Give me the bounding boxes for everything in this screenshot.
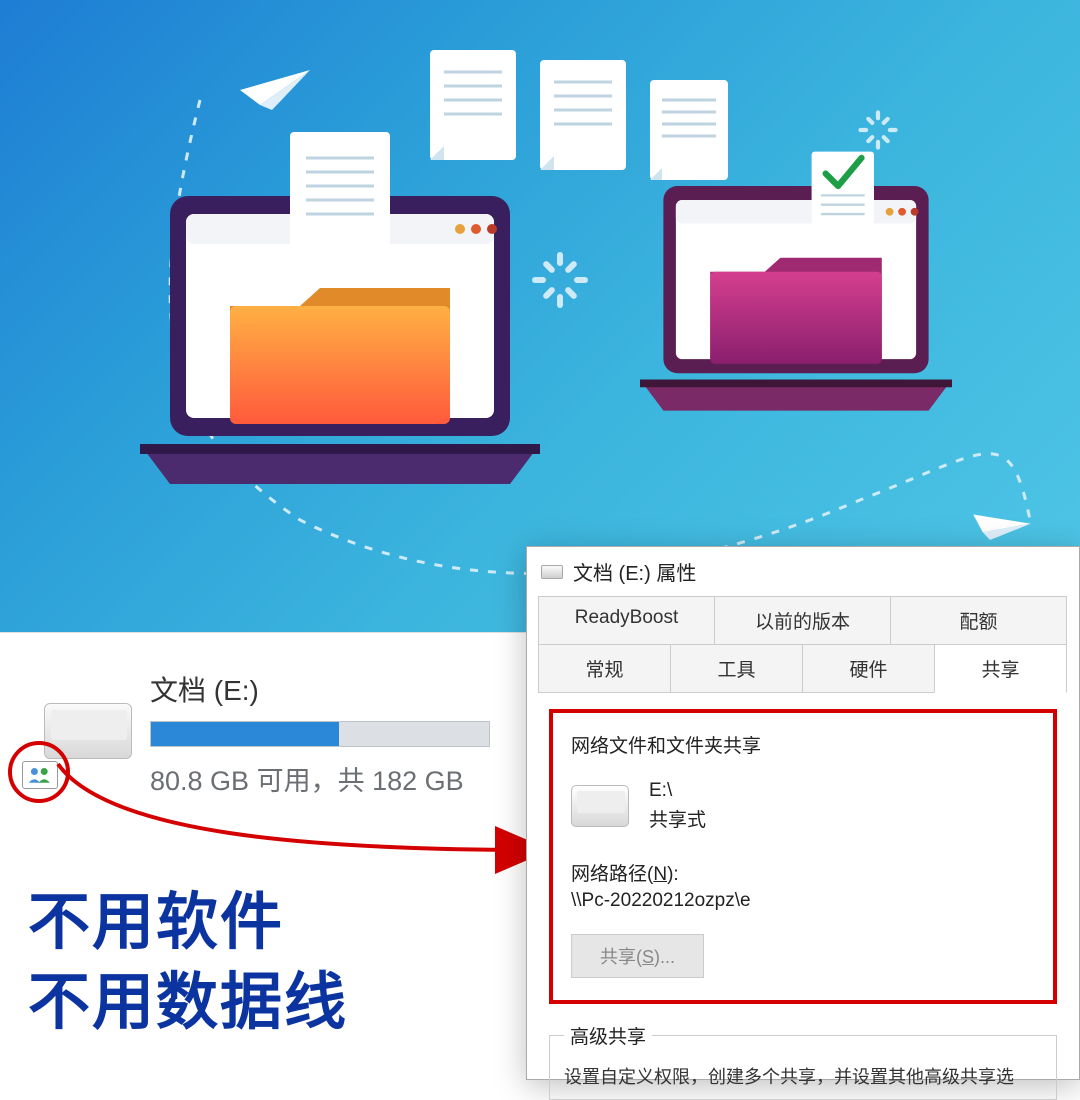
dialog-title: 文档 (E:) 属性 [573,557,696,586]
drive-label: 文档 (E:) [150,669,490,709]
tab-strip: ReadyBoost 以前的版本 配额 常规 工具 硬件 共享 [527,596,1079,693]
share-section-title: 网络文件和文件夹共享 [571,731,1035,758]
hero-illustration [0,0,1080,632]
storage-bar [150,721,490,747]
tab-readyboost[interactable]: ReadyBoost [538,596,715,644]
tab-hardware[interactable]: 硬件 [802,644,935,693]
share-state: 共享式 [649,806,706,836]
storage-text: 80.8 GB 可用，共 182 GB [150,759,490,798]
drive-entry[interactable]: 文档 (E:) 80.8 GB 可用，共 182 GB [30,669,490,798]
drive-icon [541,565,563,579]
tab-quota[interactable]: 配额 [890,596,1067,644]
advanced-sharing-text: 设置自定义权限，创建多个共享，并设置其他高级共享选 [564,1057,1042,1089]
tab-general[interactable]: 常规 [538,644,671,693]
network-share-section: 网络文件和文件夹共享 E:\ 共享式 网络路径(N): \\Pc-2022021… [549,709,1057,1004]
dialog-title-bar: 文档 (E:) 属性 [527,547,1079,596]
explorer-panel: 文档 (E:) 80.8 GB 可用，共 182 GB 不用软件 不用数据线 [0,632,526,1080]
drive-icon [30,693,140,783]
share-button[interactable]: 共享(S)... [571,934,704,978]
advanced-sharing-section: 高级共享 设置自定义权限，创建多个共享，并设置其他高级共享选 [549,1022,1057,1100]
drive-icon [571,785,629,827]
file-transfer-illustration [0,0,1080,632]
network-path-value: \\Pc-20220212ozpz\e [571,890,1035,912]
caption-line-2: 不用数据线 [28,951,348,1041]
network-path-label: 网络路径(N): [571,859,1035,886]
tab-tools[interactable]: 工具 [670,644,803,693]
properties-dialog: 文档 (E:) 属性 ReadyBoost 以前的版本 配额 常规 工具 硬件 … [526,546,1080,1080]
share-drive-path: E:\ [649,776,706,806]
tab-sharing[interactable]: 共享 [934,644,1067,693]
tab-previous-versions[interactable]: 以前的版本 [714,596,891,644]
highlight-circle [8,741,70,803]
caption-line-1: 不用软件 [28,871,284,961]
advanced-sharing-title: 高级共享 [564,1022,652,1049]
